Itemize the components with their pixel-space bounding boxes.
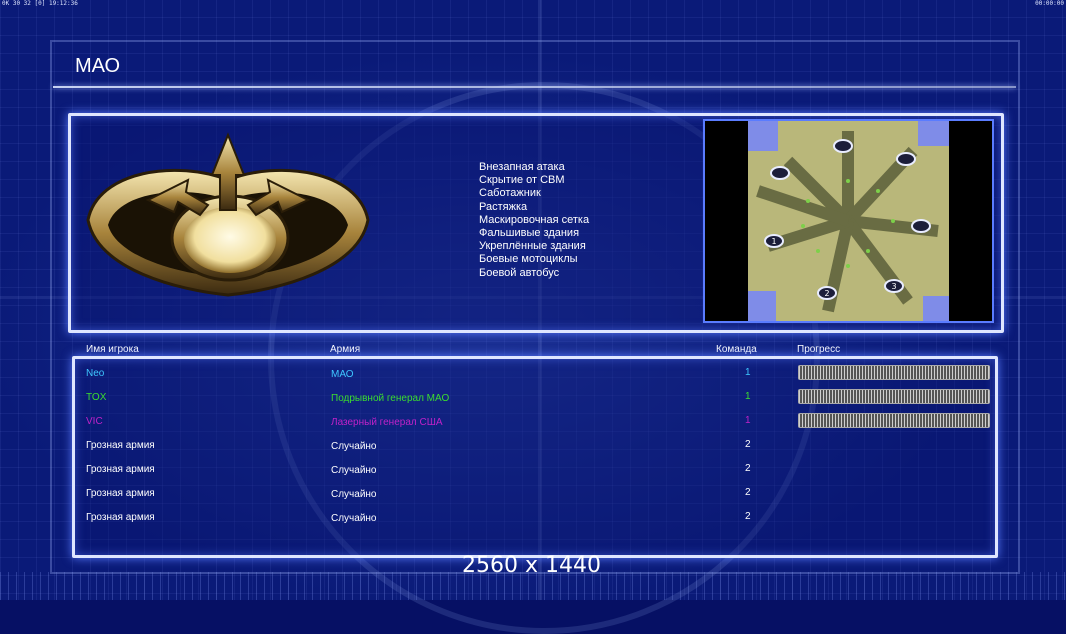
status-bar-left: 0K 30 32 [0] 19:12:36 [2,0,78,7]
team-number: 2 [745,511,751,522]
power-item: Маскировочная сетка [479,213,590,226]
player-name: Neo [86,368,105,379]
player-name: Грозная армия [86,512,155,523]
team-number: 1 [745,415,751,426]
map-start-label: 1 [771,237,776,246]
map-terrain: 1 2 3 [748,121,949,321]
player-name: VIC [86,416,103,427]
team-number: 1 [745,391,751,402]
power-item: Растяжка [479,200,528,213]
title-divider [53,86,1016,88]
progress-bar [798,389,990,404]
player-name: Грозная армия [86,440,155,451]
column-header-progress: Прогресс [797,344,841,355]
team-number: 2 [745,439,751,450]
players-table [72,356,998,558]
column-header-player: Имя игрока [86,344,139,355]
column-header-team: Команда [716,344,757,355]
army-name: Случайно [331,513,377,524]
team-number: 2 [745,463,751,474]
power-item: Фальшивые здания [479,227,580,240]
map-start-label: 2 [824,289,829,298]
map-start-label: 3 [891,282,896,291]
column-header-army: Армия [330,344,361,355]
army-name: Случайно [331,465,377,476]
power-item: Боевой автобус [479,266,560,279]
general-powers-list: Внезапная атака Скрытие от СВМ Саботажни… [479,161,589,280]
page-title: МАО [75,55,121,77]
army-name: Случайно [331,441,377,452]
progress-bar [798,365,990,380]
player-name: Грозная армия [86,488,155,499]
power-item: Саботажник [479,187,541,200]
progress-bar [798,413,990,428]
status-bar: 0K 30 32 [0] 19:12:36 00:00:00 [0,0,1066,8]
army-name: Лазерный генерал США [331,417,443,428]
status-bar-right: 00:00:00 [1035,0,1064,7]
player-name: TOX [86,392,107,403]
team-number: 2 [745,487,751,498]
power-item: Внезапная атака [479,161,565,173]
army-name: МАО [331,369,354,380]
power-item: Укреплённые здания [479,240,586,253]
map-preview: 1 2 3 [703,119,994,323]
army-name: Случайно [331,489,377,500]
army-name: Подрывной генерал МАО [331,393,450,404]
power-item: Скрытие от СВМ [479,174,565,187]
player-name: Грозная армия [86,464,155,475]
power-item: Боевые мотоциклы [479,253,578,266]
team-number: 1 [745,367,751,378]
bottom-grid [0,572,1066,600]
faction-emblem-icon [86,132,370,297]
